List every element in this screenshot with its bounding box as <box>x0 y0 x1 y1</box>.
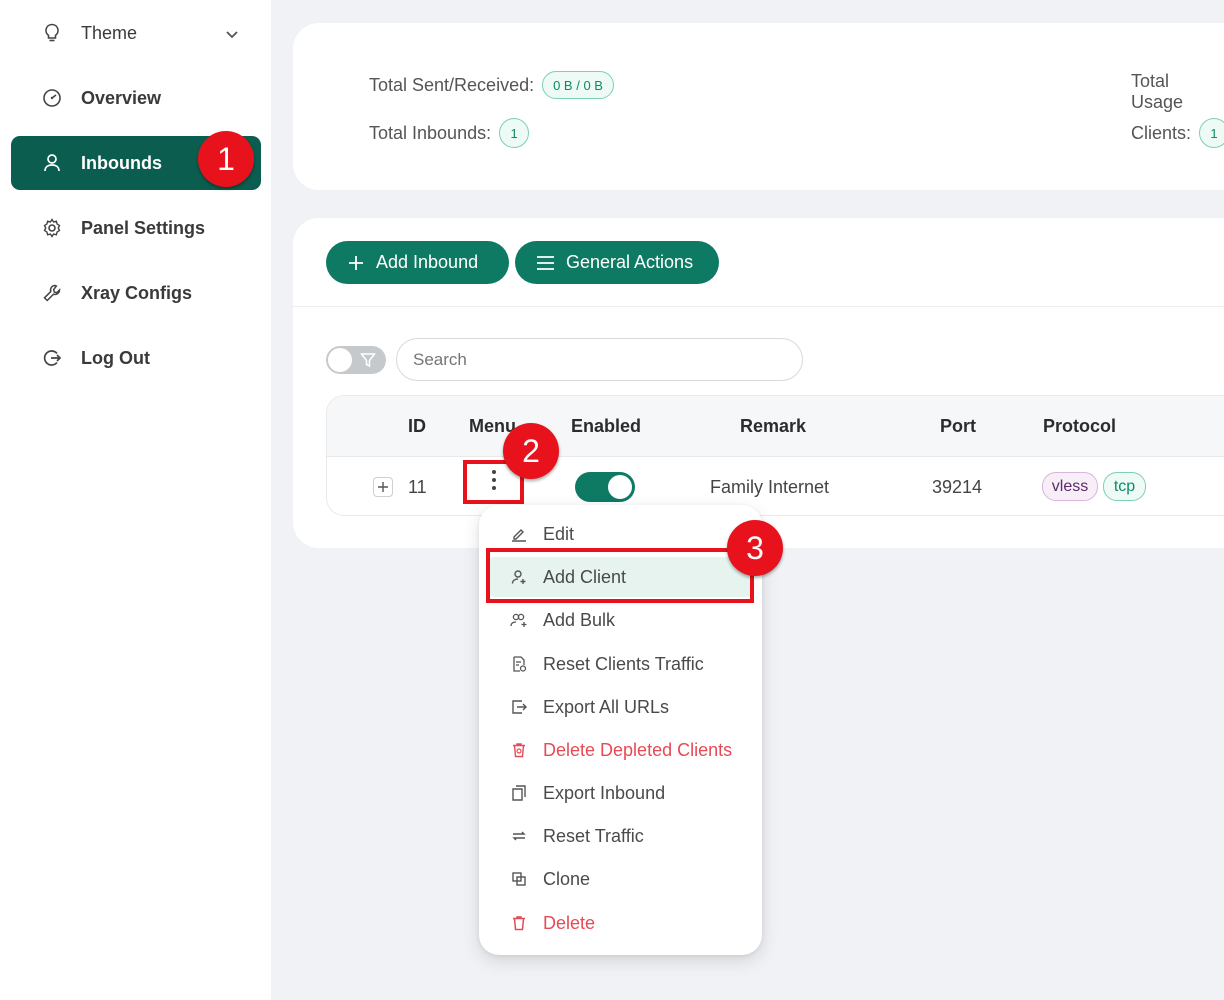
menu-item-label: Add Bulk <box>543 609 616 630</box>
column-header-enabled: Enabled <box>571 416 642 436</box>
menu-lines-icon <box>537 255 554 270</box>
sidebar-item-label: Theme <box>81 22 138 43</box>
menu-item-delete[interactable]: Delete <box>487 903 754 943</box>
annotation-step-2: 2 <box>503 423 559 479</box>
retweet-icon <box>509 826 529 846</box>
sidebar-item-xray-configs[interactable]: Xray Configs <box>11 266 261 320</box>
menu-item-label: Export All URLs <box>543 696 670 717</box>
sidebar-item-label: Inbounds <box>81 152 162 173</box>
sidebar-item-label: Log Out <box>81 347 150 368</box>
gear-icon <box>41 217 63 239</box>
export-icon <box>509 697 529 717</box>
transport-tag: tcp <box>1103 472 1146 501</box>
more-vertical-icon <box>491 469 497 496</box>
sidebar-item-overview[interactable]: Overview <box>11 71 261 125</box>
users-add-icon <box>509 610 529 630</box>
stat-label: Total Sent/Received: <box>369 74 535 95</box>
general-actions-label: General Actions <box>566 252 694 272</box>
menu-item-label: Edit <box>543 523 575 544</box>
cell-port: 39214 <box>932 477 983 497</box>
menu-item-add-bulk[interactable]: Add Bulk <box>487 600 754 640</box>
menu-item-delete-depleted-clients[interactable]: Delete Depleted Clients <box>487 730 754 770</box>
general-actions-button[interactable]: General Actions <box>515 241 719 284</box>
filter-toggle[interactable] <box>326 346 386 374</box>
search-input[interactable] <box>396 338 803 381</box>
chevron-down-icon <box>225 24 239 45</box>
menu-item-label: Delete <box>543 912 596 933</box>
total-inbounds-value: 1 <box>499 118 530 148</box>
stats-card <box>293 23 1224 190</box>
stat-label: Total Inbounds: <box>369 122 492 143</box>
clients-value: 1 <box>1199 118 1224 148</box>
total-inbounds: Total Inbounds: 1 <box>369 118 530 148</box>
sidebar-item-log-out[interactable]: Log Out <box>11 331 261 385</box>
enabled-switch[interactable] <box>575 472 635 502</box>
filter-icon <box>359 352 377 373</box>
cell-remark: Family Internet <box>710 477 830 497</box>
column-header-remark: Remark <box>740 416 807 436</box>
trash-restore-icon <box>509 740 529 760</box>
add-inbound-button[interactable]: Add Inbound <box>326 241 509 284</box>
sent-received-value: 0 B / 0 B <box>542 71 614 99</box>
total-sent-received: Total Sent/Received: 0 B / 0 B <box>369 71 614 99</box>
menu-item-export-all-urls[interactable]: Export All URLs <box>487 687 754 727</box>
user-icon <box>41 152 63 174</box>
divider <box>293 306 1224 307</box>
column-header-id: ID <box>408 416 426 436</box>
add-inbound-label: Add Inbound <box>376 252 479 272</box>
protocol-tag: vless <box>1042 472 1098 501</box>
clients-stat: Clients: 1 <box>1131 118 1224 148</box>
menu-item-label: Reset Clients Traffic <box>543 653 704 674</box>
dashboard-icon <box>41 87 63 109</box>
sidebar-item-label: Xray Configs <box>81 282 193 303</box>
annotation-step-3: 3 <box>727 520 783 576</box>
trash-icon <box>509 913 529 933</box>
annotation-highlight-box <box>486 548 754 603</box>
menu-item-label: Export Inbound <box>543 782 666 803</box>
menu-item-label: Delete Depleted Clients <box>543 739 733 760</box>
block-icon <box>509 869 529 889</box>
menu-item-export-inbound[interactable]: Export Inbound <box>487 773 754 813</box>
toggle-knob <box>328 348 352 372</box>
toggle-knob <box>608 475 632 499</box>
sidebar-item-label: Overview <box>81 87 162 108</box>
stat-label: Clients: <box>1131 122 1192 143</box>
total-usage-label: Total Usage <box>1131 71 1184 112</box>
menu-item-clone[interactable]: Clone <box>487 859 754 899</box>
expand-row-button[interactable] <box>373 477 393 497</box>
edit-icon <box>509 524 529 544</box>
column-header-protocol: Protocol <box>1043 416 1117 436</box>
annotation-step-1: 1 <box>198 131 254 187</box>
bulb-icon <box>41 22 63 44</box>
wrench-icon <box>41 282 63 304</box>
logout-icon <box>41 347 63 369</box>
menu-item-label: Reset Traffic <box>543 825 644 846</box>
plus-icon <box>348 255 364 271</box>
copy-icon <box>509 783 529 803</box>
file-reset-icon <box>509 654 529 674</box>
menu-item-reset-traffic[interactable]: Reset Traffic <box>487 816 754 856</box>
menu-item-reset-clients-traffic[interactable]: Reset Clients Traffic <box>487 644 754 684</box>
sidebar-item-label: Panel Settings <box>81 217 206 238</box>
cell-id: 11 <box>408 477 427 497</box>
sidebar-item-panel-settings[interactable]: Panel Settings <box>11 201 261 255</box>
column-header-port: Port <box>940 416 976 436</box>
menu-item-label: Clone <box>543 868 591 889</box>
sidebar-item-theme[interactable]: Theme <box>11 6 261 60</box>
